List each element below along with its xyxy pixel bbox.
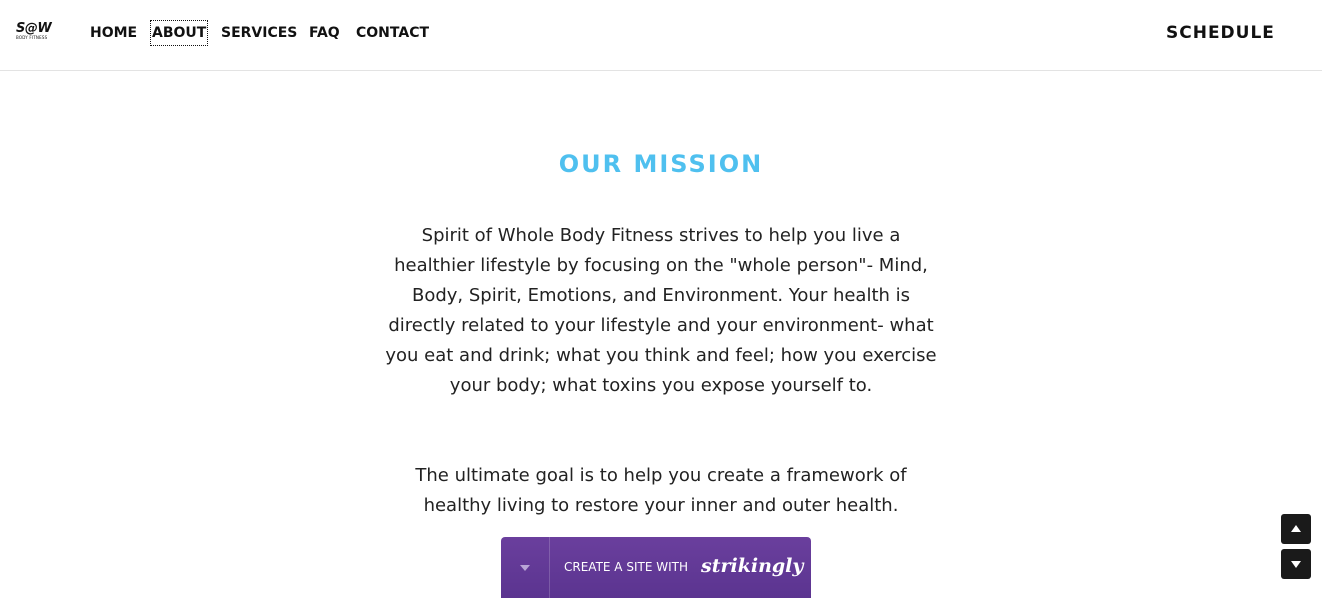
mission-paragraph-1: Spirit of Whole Body Fitness strives to … [385,225,937,396]
caret-down-icon [520,564,530,571]
arrow-down-icon [1291,561,1301,568]
mission-section: OUR MISSION Spirit of Whole Body Fitness… [0,72,1322,598]
mission-title: OUR MISSION [558,150,764,178]
scroll-up-button[interactable] [1281,514,1311,544]
schedule-button[interactable]: SCHEDULE [1166,21,1275,45]
mission-paragraph-2: The ultimate goal is to help you create … [415,465,907,516]
strikingly-banner[interactable]: CREATE A SITE WITH strikingly [501,537,811,598]
scroll-down-button[interactable] [1281,549,1311,579]
nav-item-contact[interactable]: CONTACT [356,21,429,45]
arrow-up-icon [1291,525,1301,532]
strikingly-brand-logo: strikingly [701,555,804,577]
banner-cta-text: CREATE A SITE WITH [564,560,688,574]
nav-item-services[interactable]: SERVICES [221,21,297,45]
site-header: S@W BODY FITNESS HOME ABOUT SERVICES FAQ… [0,0,1322,71]
nav-item-home[interactable]: HOME [90,21,137,45]
logo-mark: S@W [16,21,52,36]
site-logo[interactable]: S@W BODY FITNESS [16,21,54,43]
nav-item-faq[interactable]: FAQ [309,21,340,45]
nav-item-about[interactable]: ABOUT [149,20,209,46]
banner-toggle-button[interactable] [501,537,550,598]
